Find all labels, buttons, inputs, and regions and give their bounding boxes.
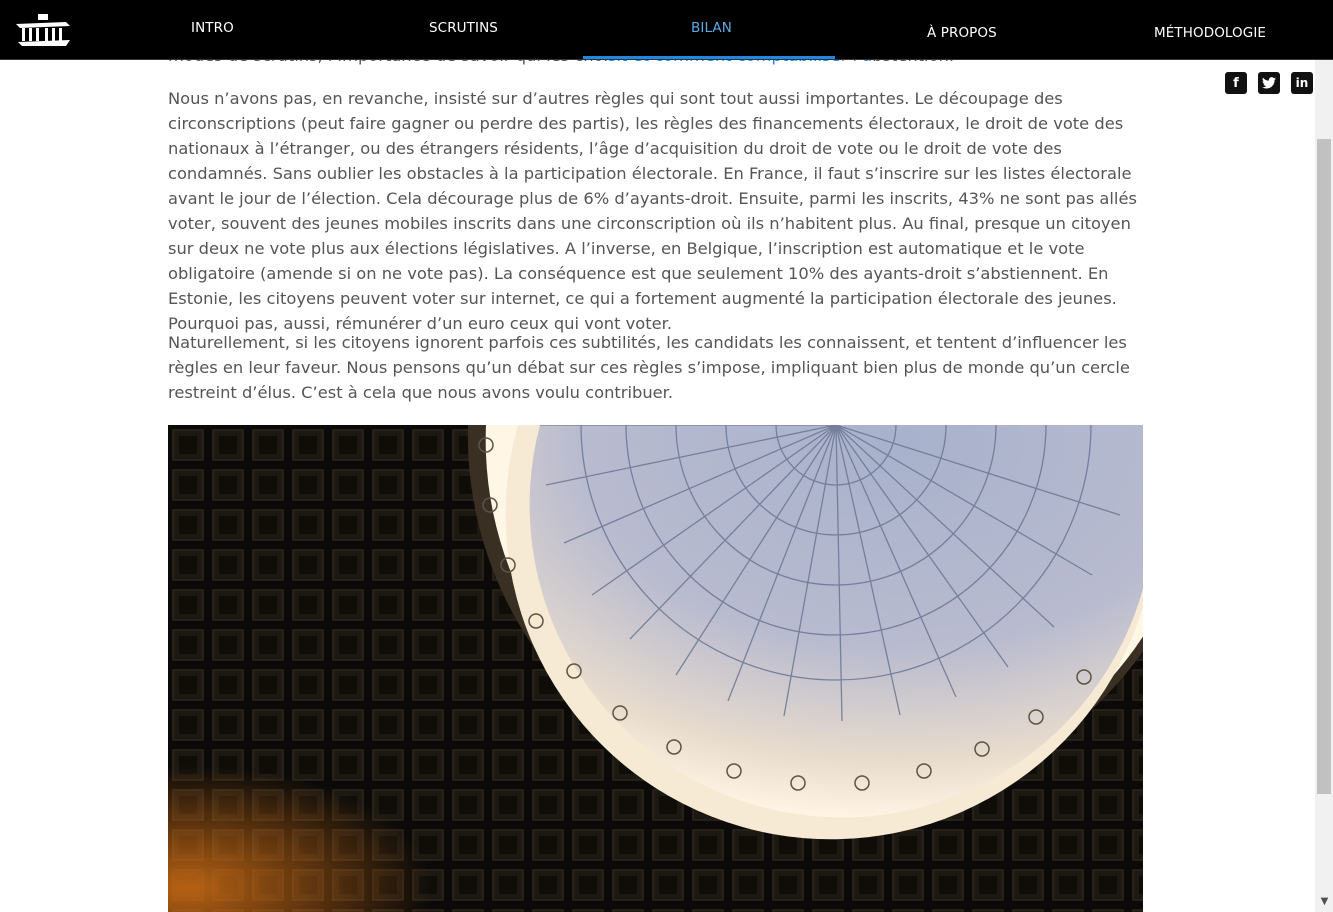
active-tab-indicator [583,56,835,59]
parliament-logo-icon[interactable] [14,12,72,48]
nav-scrutins[interactable]: SCRUTINS [429,20,498,36]
nav-methodologie[interactable]: MÉTHODOLOGIE [1154,25,1266,41]
glass-dome-illustration [168,425,1143,912]
glass-dome-photo [168,425,1143,912]
nav-bilan[interactable]: BILAN [691,20,732,36]
nav-a-propos[interactable]: À PROPOS [927,25,997,41]
linkedin-icon[interactable]: in [1291,72,1313,94]
twitter-icon[interactable]: t [1258,72,1280,94]
top-navbar: INTRO SCRUTINS BILAN À PROPOS MÉTHODOLOG… [0,0,1333,60]
scrollbar-thumb[interactable] [1317,139,1331,794]
article-paragraph-rules: Nous n’avons pas, en revanche, insisté s… [168,89,1137,333]
twitter-bird-icon [1262,77,1276,89]
nav-intro[interactable]: INTRO [191,20,234,36]
facebook-icon[interactable]: f [1225,72,1247,94]
article-paragraph-conclusion: Naturellement, si les citoyens ignorent … [168,333,1130,402]
linkedin-glyph: in [1295,76,1309,90]
scroll-down-arrow-icon[interactable]: ▼ [1316,893,1333,910]
facebook-glyph: f [1233,75,1239,91]
